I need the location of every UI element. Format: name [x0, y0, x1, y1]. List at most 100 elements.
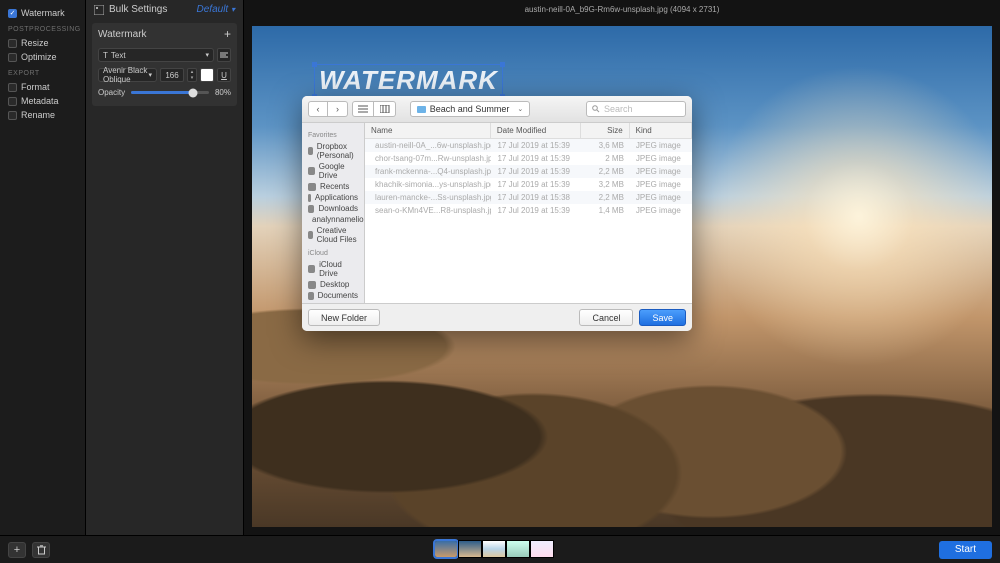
filename-label: austin-neill-0A_b9G-Rm6w-unsplash.jpg: [525, 5, 668, 14]
sidebar-item-recents[interactable]: Recents: [308, 181, 358, 192]
app-body: ✓ Watermark POSTPROCESSING Resize Optimi…: [0, 0, 1000, 535]
recents-icon: [308, 183, 316, 191]
thumbnail[interactable]: [482, 540, 506, 558]
nav-back-button[interactable]: ‹: [308, 101, 328, 117]
col-name[interactable]: Name: [365, 123, 491, 138]
nav-forward-button[interactable]: ›: [328, 101, 348, 117]
checkbox-icon[interactable]: [8, 39, 17, 48]
add-watermark-button[interactable]: +: [224, 27, 231, 41]
col-size[interactable]: Size: [581, 123, 629, 138]
sidebar-item-label: Watermark: [21, 8, 65, 18]
sidebar-item-desktop[interactable]: Desktop: [308, 279, 358, 290]
sidebar-group-favorites: Favorites: [308, 132, 358, 139]
thumbnail[interactable]: [530, 540, 554, 558]
underline-button[interactable]: U: [217, 68, 231, 82]
font-size-stepper[interactable]: ▴▾: [187, 68, 197, 82]
sidebar-item-rename[interactable]: Rename: [8, 108, 77, 122]
sidebar-item-label: Optimize: [21, 52, 57, 62]
preview-canvas[interactable]: WATERMARK ‹ ›: [244, 18, 1000, 535]
alignment-button[interactable]: [217, 48, 231, 62]
checkbox-icon[interactable]: [8, 111, 17, 120]
sidebar-group-icloud: iCloud: [308, 250, 358, 257]
table-row[interactable]: sean-o-KMn4VE...R8-unsplash.jpg17 Jul 20…: [365, 204, 692, 217]
new-folder-button[interactable]: New Folder: [308, 309, 380, 326]
checkbox-icon[interactable]: [8, 97, 17, 106]
sidebar-item-label: Resize: [21, 38, 49, 48]
table-row[interactable]: chor-tsang-07m...Rw-unsplash.jpg17 Jul 2…: [365, 152, 692, 165]
app-window: ✓ Watermark POSTPROCESSING Resize Optimi…: [0, 0, 1000, 563]
sidebar-item-label: Metadata: [21, 96, 59, 106]
watermark-selection-box[interactable]: WATERMARK: [314, 64, 503, 97]
color-swatch[interactable]: [200, 68, 214, 82]
sidebar-item-iclouddrive[interactable]: iCloud Drive: [308, 259, 358, 279]
preset-dropdown[interactable]: Default ▾: [197, 4, 235, 15]
dropbox-icon: [308, 147, 313, 155]
watermark-text[interactable]: WATERMARK: [319, 65, 498, 96]
sidebar-item-resize[interactable]: Resize: [8, 36, 77, 50]
text-type-icon: T: [103, 51, 108, 60]
thumbnail-strip: [434, 540, 554, 560]
location-dropdown[interactable]: Beach and Summer ⌄: [410, 101, 530, 117]
module-sidebar: ✓ Watermark POSTPROCESSING Resize Optimi…: [0, 0, 86, 535]
main-area: austin-neill-0A_b9G-Rm6w-unsplash.jpg (4…: [244, 0, 1000, 535]
sidebar-item-applications[interactable]: Applications: [308, 192, 358, 203]
dialog-footer: New Folder Cancel Save: [302, 303, 692, 331]
search-icon: [592, 105, 600, 113]
documents-icon: [308, 292, 314, 300]
table-row[interactable]: frank-mckenna-...Q4-unsplash.jpg17 Jul 2…: [365, 165, 692, 178]
dimensions-label: (4094 x 2731): [670, 5, 719, 14]
file-list: Name Date Modified Size Kind austin-neil…: [365, 123, 692, 303]
sidebar-heading-export: EXPORT: [8, 70, 77, 77]
sidebar-item-watermark[interactable]: ✓ Watermark: [8, 6, 77, 20]
thumbnail[interactable]: [434, 540, 458, 558]
delete-images-button[interactable]: [32, 542, 50, 558]
sidebar-item-googledrive[interactable]: Google Drive: [308, 161, 358, 181]
sidebar-item-metadata[interactable]: Metadata: [8, 94, 77, 108]
bottom-bar: + Start: [0, 535, 1000, 563]
checkbox-icon[interactable]: ✓: [8, 9, 17, 18]
save-dialog: ‹ ›: [302, 96, 692, 331]
sidebar-item-downloads[interactable]: Downloads: [308, 203, 358, 214]
col-date[interactable]: Date Modified: [491, 123, 582, 138]
sidebar-item-dropbox[interactable]: Dropbox (Personal): [308, 141, 358, 161]
image-title-bar: austin-neill-0A_b9G-Rm6w-unsplash.jpg (4…: [244, 0, 1000, 18]
checkbox-icon[interactable]: [8, 83, 17, 92]
applications-icon: [308, 194, 311, 202]
sidebar-item-optimize[interactable]: Optimize: [8, 50, 77, 64]
sidebar-item-format[interactable]: Format: [8, 80, 77, 94]
font-select[interactable]: Avenir Black Oblique ▾: [98, 68, 157, 82]
watermark-panel: Watermark + TText ▾ Avenir Black Oblique: [92, 23, 237, 106]
opacity-value: 80%: [215, 88, 231, 97]
icloud-icon: [308, 265, 315, 273]
drive-icon: [308, 167, 315, 175]
settings-title: Bulk Settings: [109, 4, 167, 15]
search-field[interactable]: Search: [586, 101, 686, 117]
thumbnail[interactable]: [506, 540, 530, 558]
watermark-type-select[interactable]: TText ▾: [98, 48, 214, 62]
sidebar-item-ccfiles[interactable]: Creative Cloud Files: [308, 225, 358, 245]
font-size-input[interactable]: [160, 68, 184, 82]
table-row[interactable]: austin-neill-0A_...6w-unsplash.jpg17 Jul…: [365, 139, 692, 152]
save-button[interactable]: Save: [639, 309, 686, 326]
thumbnail[interactable]: [458, 540, 482, 558]
opacity-slider[interactable]: [131, 91, 209, 94]
sidebar-item-documents[interactable]: Documents: [308, 290, 358, 301]
chevron-down-icon: ▾: [148, 71, 152, 79]
sidebar-item-label: Format: [21, 82, 50, 92]
start-button[interactable]: Start: [939, 541, 992, 559]
sidebar-item-label: Rename: [21, 110, 55, 120]
view-list-button[interactable]: [352, 101, 374, 117]
table-row[interactable]: lauren-mancke-...Ss-unsplash.jpg17 Jul 2…: [365, 191, 692, 204]
checkbox-icon[interactable]: [8, 53, 17, 62]
chevron-updown-icon: ⌄: [517, 105, 523, 113]
cancel-button[interactable]: Cancel: [579, 309, 633, 326]
preview-image: WATERMARK ‹ ›: [252, 26, 992, 527]
view-columns-button[interactable]: [374, 101, 396, 117]
col-kind[interactable]: Kind: [630, 123, 692, 138]
add-images-button[interactable]: +: [8, 542, 26, 558]
sidebar-heading-postprocessing: POSTPROCESSING: [8, 26, 77, 33]
cloud-icon: [308, 231, 313, 239]
column-headers[interactable]: Name Date Modified Size Kind: [365, 123, 692, 139]
sidebar-item-home[interactable]: analynnamelio: [308, 214, 358, 225]
table-row[interactable]: khachik-simonia...ys-unsplash.jpg17 Jul …: [365, 178, 692, 191]
